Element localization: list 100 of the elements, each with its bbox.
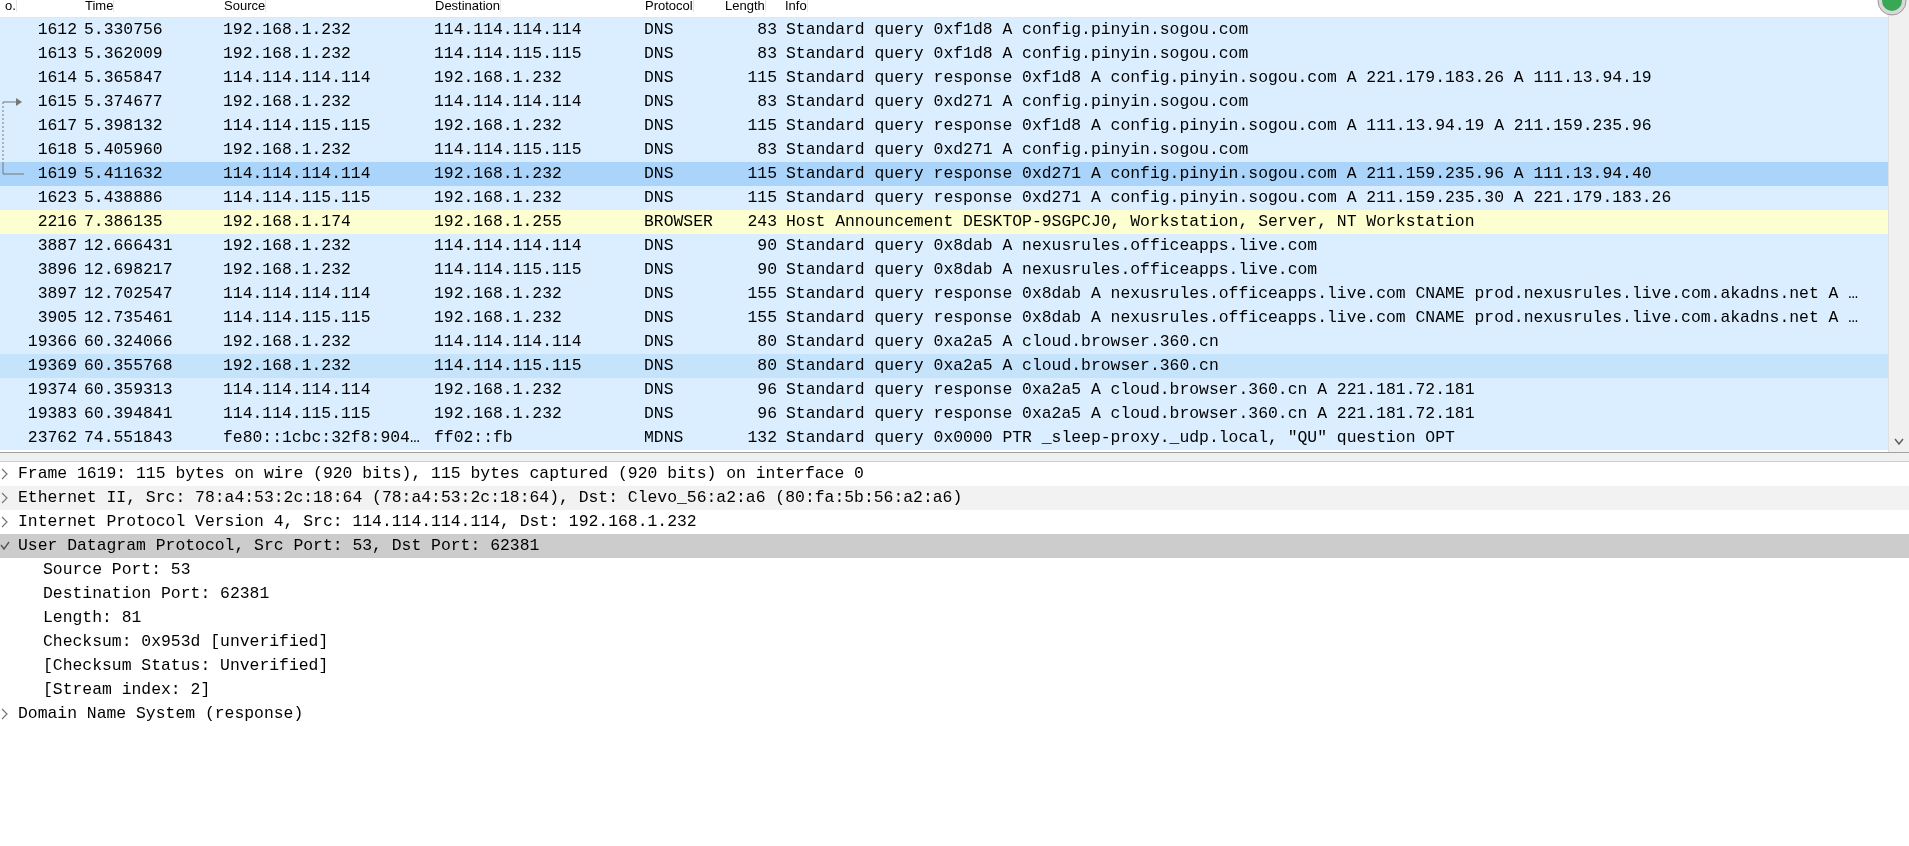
table-cell-text: DNS <box>643 188 675 208</box>
table-cell-text: DNS <box>643 44 675 64</box>
table-cell-text: DNS <box>643 404 675 424</box>
tree-item-text: User Datagram Protocol, Src Port: 53, Dst Port: 62381 <box>18 536 540 556</box>
table-cell-text: 1623 <box>37 188 78 208</box>
packet-row[interactable]: 19383 60.394841 114.114.115.115 192.168.1.232 DNS 96 Standard query response 0xa2a5 A cloud.browser.360.cn A 221.181.72.181 <box>0 402 1888 426</box>
tree-item-text: Checksum: 0x953d [unverified] <box>43 632 329 652</box>
tree-row[interactable]: Domain Name System (response) <box>0 702 1909 726</box>
packet-row[interactable]: 3887 12.666431 192.168.1.232 114.114.114.114 DNS 90 Standard query 0x8dab A nexusrules.officeapps.live.com <box>0 234 1888 258</box>
table-cell-text: 192.168.1.232 <box>222 140 352 160</box>
tree-row[interactable]: User Datagram Protocol, Src Port: 53, Dst Port: 62381 <box>0 534 1909 558</box>
table-cell-text: 192.168.1.232 <box>433 68 563 88</box>
table-cell-text: Standard query 0x0000 PTR _sleep-proxy._udp.local, "QU" question OPT <box>785 428 1456 448</box>
table-cell-text: DNS <box>643 92 675 112</box>
table-cell-text: 192.168.1.255 <box>433 212 563 232</box>
column-header[interactable]: Length <box>720 0 766 12</box>
column-header[interactable]: Source <box>219 0 267 12</box>
table-cell-text: 192.168.1.232 <box>433 116 563 136</box>
table-cell-text: 1612 <box>37 20 78 40</box>
packet-row[interactable]: 1623 5.438886 114.114.115.115 192.168.1.232 DNS 115 Standard query response 0xd271 A config.pinyin.sogou.com A 211.159.235.30 A 221.179.183.26 <box>0 186 1888 210</box>
table-cell-text: 19383 <box>27 404 78 424</box>
table-cell-text: Standard query response 0xf1d8 A config.pinyin.sogou.com A 111.13.94.19 A 211.159.235.96 <box>785 116 1653 136</box>
table-cell-text: 114.114.115.115 <box>222 116 372 136</box>
table-cell-text: 90 <box>757 236 778 256</box>
table-cell-text: 115 <box>747 68 778 88</box>
table-cell-text: 192.168.1.232 <box>222 260 352 280</box>
table-cell-text: Standard query response 0x8dab A nexusrules.officeapps.live.com CNAME prod.nexusrules.live.com.akadns.net A … <box>785 308 1860 328</box>
packet-row[interactable]: 1617 5.398132 114.114.115.115 192.168.1.232 DNS 115 Standard query response 0xf1d8 A config.pinyin.sogou.com A 111.13.94.19 A 211.159.235.96 <box>0 114 1888 138</box>
tree-item-text: Internet Protocol Version 4, Src: 114.114.114.114, Dst: 192.168.1.232 <box>18 512 697 532</box>
table-cell-text: 192.168.1.232 <box>222 332 352 352</box>
table-cell-text: 192.168.1.232 <box>433 188 563 208</box>
scroll-down-icon[interactable] <box>1894 438 1904 446</box>
table-cell-text: Standard query response 0xf1d8 A config.pinyin.sogou.com A 221.179.183.26 A 111.13.94.19 <box>785 68 1653 88</box>
column-header[interactable]: Protocol <box>640 0 694 12</box>
table-cell-text: DNS <box>643 356 675 376</box>
table-cell-text: 1617 <box>37 116 78 136</box>
packet-row[interactable]: 19369 60.355768 192.168.1.232 114.114.115.115 DNS 80 Standard query 0xa2a5 A cloud.browser.360.cn <box>0 354 1888 378</box>
table-cell-text: 114.114.114.114 <box>433 236 583 256</box>
packet-row[interactable]: 1615 5.374677 192.168.1.232 114.114.114.114 DNS 83 Standard query 0xd271 A config.pinyin.sogou.com <box>0 90 1888 114</box>
table-cell-text: 5.398132 <box>83 116 164 136</box>
column-header[interactable]: Time <box>80 0 115 12</box>
table-cell-text: 115 <box>747 116 778 136</box>
column-header[interactable]: Info <box>780 0 808 12</box>
packet-row[interactable]: 1619 5.411632 114.114.114.114 192.168.1.232 DNS 115 Standard query response 0xd271 A config.pinyin.sogou.com A 211.159.235.96 A 111.13.94.40 <box>0 162 1888 186</box>
tree-item-text: [Checksum Status: Unverified] <box>43 656 329 676</box>
table-cell-text: Standard query response 0xd271 A config.pinyin.sogou.com A 211.159.235.96 A 111.13.94.40 <box>785 164 1653 184</box>
table-cell-text: 192.168.1.232 <box>433 164 563 184</box>
chevron-right-icon[interactable] <box>0 492 10 504</box>
table-cell-text: 114.114.114.114 <box>433 92 583 112</box>
column-header[interactable]: Destination <box>430 0 502 12</box>
table-cell-text: 80 <box>757 356 778 376</box>
table-cell-text: 192.168.1.232 <box>222 20 352 40</box>
tree-item-text: Source Port: 53 <box>43 560 191 580</box>
table-cell-text: 1615 <box>37 92 78 112</box>
table-cell-text: Standard query 0xf1d8 A config.pinyin.sogou.com <box>785 20 1250 40</box>
table-cell-text: 114.114.114.114 <box>433 20 583 40</box>
table-cell-text: DNS <box>643 140 675 160</box>
tree-row[interactable]: Ethernet II, Src: 78:a4:53:2c:18:64 (78:a4:53:2c:18:64), Dst: Clevo_56:a2:a6 (80:fa:5b:56:a2:a6) <box>0 486 1909 510</box>
packet-row[interactable]: 19374 60.359313 114.114.114.114 192.168.1.232 DNS 96 Standard query response 0xa2a5 A cloud.browser.360.cn A 221.181.72.181 <box>0 378 1888 402</box>
table-cell-text: Standard query response 0xa2a5 A cloud.browser.360.cn A 221.181.72.181 <box>785 404 1476 424</box>
table-cell-text: Standard query 0xa2a5 A cloud.browser.360.cn <box>785 356 1220 376</box>
packet-row[interactable]: 3896 12.698217 192.168.1.232 114.114.115.115 DNS 90 Standard query 0x8dab A nexusrules.officeapps.live.com <box>0 258 1888 282</box>
table-cell-text: 114.114.114.114 <box>222 284 372 304</box>
table-cell-text: 96 <box>757 380 778 400</box>
packet-row[interactable]: 1618 5.405960 192.168.1.232 114.114.115.115 DNS 83 Standard query 0xd271 A config.pinyin.sogou.com <box>0 138 1888 162</box>
table-cell-text: 5.411632 <box>83 164 164 184</box>
chevron-down-icon[interactable] <box>0 540 10 552</box>
table-cell-text: 114.114.115.115 <box>222 404 372 424</box>
table-cell-text: 192.168.1.232 <box>222 44 352 64</box>
chevron-right-icon[interactable] <box>0 516 10 528</box>
table-cell-text: 90 <box>757 260 778 280</box>
table-cell-text: 83 <box>757 92 778 112</box>
packet-row[interactable]: 3897 12.702547 114.114.114.114 192.168.1.232 DNS 155 Standard query response 0x8dab A nexusrules.officeapps.live.com CNAME prod.nexusrules.live.com.akadns.net A … <box>0 282 1888 306</box>
packet-row[interactable]: 2216 7.386135 192.168.1.174 192.168.1.255 BROWSER 243 Host Announcement DESKTOP-9SGPCJ0, Workstation, Server, NT Workstation <box>0 210 1888 234</box>
tree-row[interactable]: Frame 1619: 115 bytes on wire (920 bits), 115 bytes captured (920 bits) on interface 0 <box>0 462 1909 486</box>
table-cell-text: DNS <box>643 380 675 400</box>
packet-row[interactable]: 19366 60.324066 192.168.1.232 114.114.114.114 DNS 80 Standard query 0xa2a5 A cloud.browser.360.cn <box>0 330 1888 354</box>
tree-row[interactable]: Internet Protocol Version 4, Src: 114.114.114.114, Dst: 192.168.1.232 <box>0 510 1909 534</box>
column-header[interactable]: o. <box>0 0 17 12</box>
table-cell-text: 3887 <box>37 236 78 256</box>
table-cell-text: 192.168.1.232 <box>433 308 563 328</box>
packet-row[interactable]: 1613 5.362009 192.168.1.232 114.114.115.115 DNS 83 Standard query 0xf1d8 A config.pinyin.sogou.com <box>0 42 1888 66</box>
tree-item-text: Frame 1619: 115 bytes on wire (920 bits), 115 bytes captured (920 bits) on interface 0 <box>18 464 864 484</box>
packet-row[interactable]: 1612 5.330756 192.168.1.232 114.114.114.114 DNS 83 Standard query 0xf1d8 A config.pinyin.sogou.com <box>0 18 1888 42</box>
table-cell-text: 5.362009 <box>83 44 164 64</box>
chevron-right-icon[interactable] <box>0 468 10 480</box>
table-cell-text: 1618 <box>37 140 78 160</box>
table-cell-text: 12.698217 <box>83 260 174 280</box>
table-cell-text: 12.666431 <box>83 236 174 256</box>
table-cell-text: 1619 <box>37 164 78 184</box>
scrollbar[interactable] <box>1888 0 1909 452</box>
chevron-right-icon[interactable] <box>0 708 10 720</box>
packet-row[interactable]: 3905 12.735461 114.114.115.115 192.168.1.232 DNS 155 Standard query response 0x8dab A nexusrules.officeapps.live.com CNAME prod.nexusrules.live.com.akadns.net A … <box>0 306 1888 330</box>
packet-row[interactable]: 23762 74.551843 fe80::1cbc:32f8:904… ff02::fb MDNS 132 Standard query 0x0000 PTR _sleep-proxy._udp.local, "QU" question OPT <box>0 426 1888 450</box>
table-cell-text: 5.405960 <box>83 140 164 160</box>
table-cell-text: 114.114.115.115 <box>433 260 583 280</box>
table-cell-text: 3896 <box>37 260 78 280</box>
table-cell-text: Standard query response 0xa2a5 A cloud.browser.360.cn A 221.181.72.181 <box>785 380 1476 400</box>
table-cell-text: 80 <box>757 332 778 352</box>
packet-row[interactable]: 1614 5.365847 114.114.114.114 192.168.1.232 DNS 115 Standard query response 0xf1d8 A config.pinyin.sogou.com A 221.179.183.26 A 111.13.94.19 <box>0 66 1888 90</box>
